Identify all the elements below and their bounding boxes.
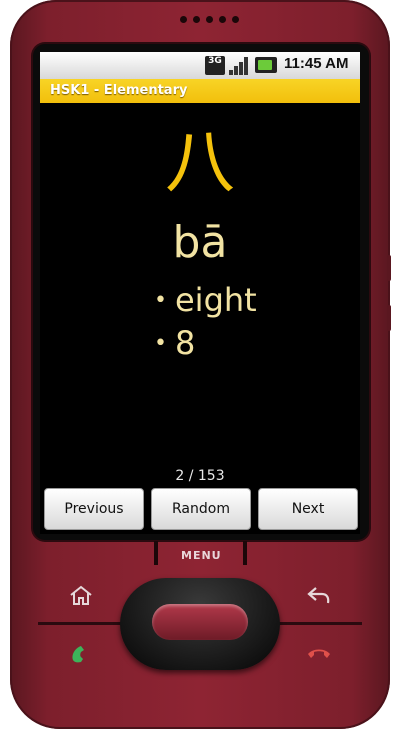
call-icon xyxy=(72,646,84,663)
speaker-grill xyxy=(180,16,239,23)
menu-divider xyxy=(154,541,158,565)
pinyin: bā xyxy=(172,217,228,268)
home-button[interactable] xyxy=(68,584,94,606)
status-time: 11:45 AM xyxy=(284,55,349,72)
back-icon xyxy=(307,587,330,604)
volume-up-button[interactable] xyxy=(387,255,391,281)
menu-button[interactable]: MENU xyxy=(181,549,222,562)
next-button[interactable]: Next xyxy=(258,488,358,530)
volume-down-button[interactable] xyxy=(387,305,391,331)
trackball[interactable] xyxy=(152,604,248,640)
meaning-item: eight xyxy=(154,281,257,324)
meaning-item: 8 xyxy=(154,324,257,367)
menu-divider xyxy=(243,541,247,565)
end-call-button[interactable] xyxy=(306,642,332,664)
back-button[interactable] xyxy=(306,584,332,606)
network-label: 3G xyxy=(208,56,222,66)
meaning-list: eight 8 xyxy=(154,281,257,367)
app-title: HSK1 - Elementary xyxy=(50,83,188,98)
home-icon xyxy=(70,585,92,605)
status-bar: 3G 11:45 AM xyxy=(40,52,360,79)
signal-icon xyxy=(229,56,249,75)
call-button[interactable] xyxy=(68,642,94,664)
previous-button[interactable]: Previous xyxy=(44,488,144,530)
end-call-icon xyxy=(308,649,330,658)
network-3g-icon: 3G xyxy=(205,56,225,75)
card-counter: 2 / 153 xyxy=(175,468,225,484)
app-titlebar: HSK1 - Elementary xyxy=(40,79,360,103)
battery-charging-icon xyxy=(255,57,277,73)
screen: 3G 11:45 AM HSK1 - Elementary 八 bā eight… xyxy=(40,52,360,534)
hanzi-character: 八 xyxy=(165,121,235,203)
random-button[interactable]: Random xyxy=(151,488,251,530)
